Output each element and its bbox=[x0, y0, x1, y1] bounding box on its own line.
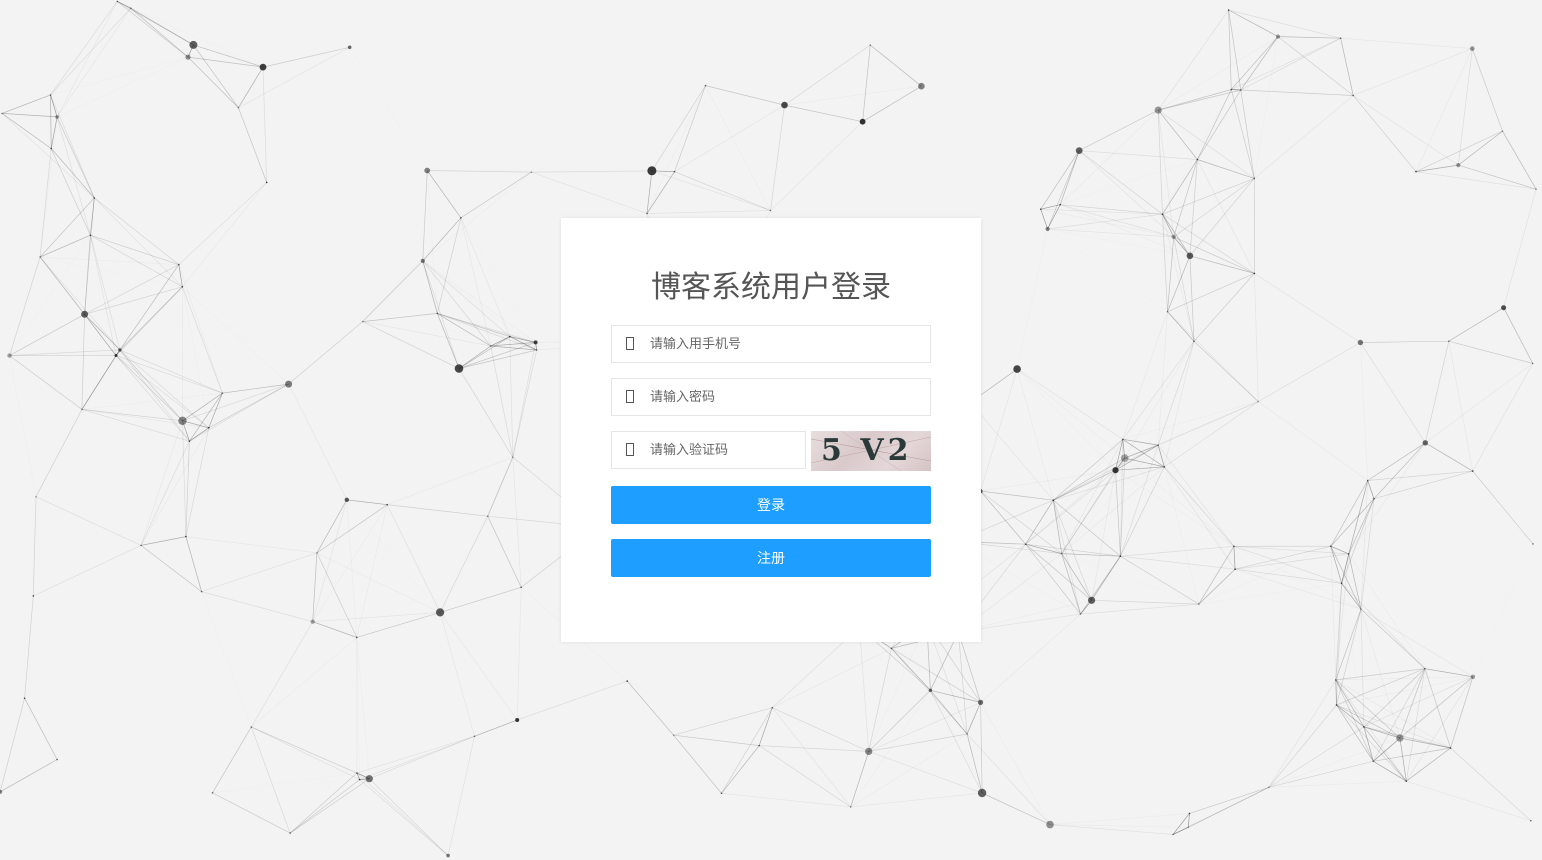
password-input[interactable] bbox=[650, 379, 910, 415]
user-icon bbox=[626, 337, 634, 350]
page-title: 博客系统用户登录 bbox=[651, 270, 891, 305]
login-button[interactable]: 登录 bbox=[611, 486, 931, 524]
phone-field bbox=[611, 325, 931, 363]
captcha-input[interactable] bbox=[650, 432, 800, 468]
register-button[interactable]: 注册 bbox=[611, 539, 931, 577]
captcha-text: 5 V2 N bbox=[821, 433, 913, 471]
captcha-image[interactable]: 5 V2 N bbox=[811, 431, 931, 471]
login-card: 博客系统用户登录 5 V2 N 登录 注册 bbox=[561, 218, 981, 642]
captcha-field bbox=[611, 431, 806, 469]
phone-input[interactable] bbox=[650, 326, 910, 362]
shield-icon bbox=[626, 443, 634, 456]
lock-icon bbox=[626, 390, 634, 403]
password-field bbox=[611, 378, 931, 416]
